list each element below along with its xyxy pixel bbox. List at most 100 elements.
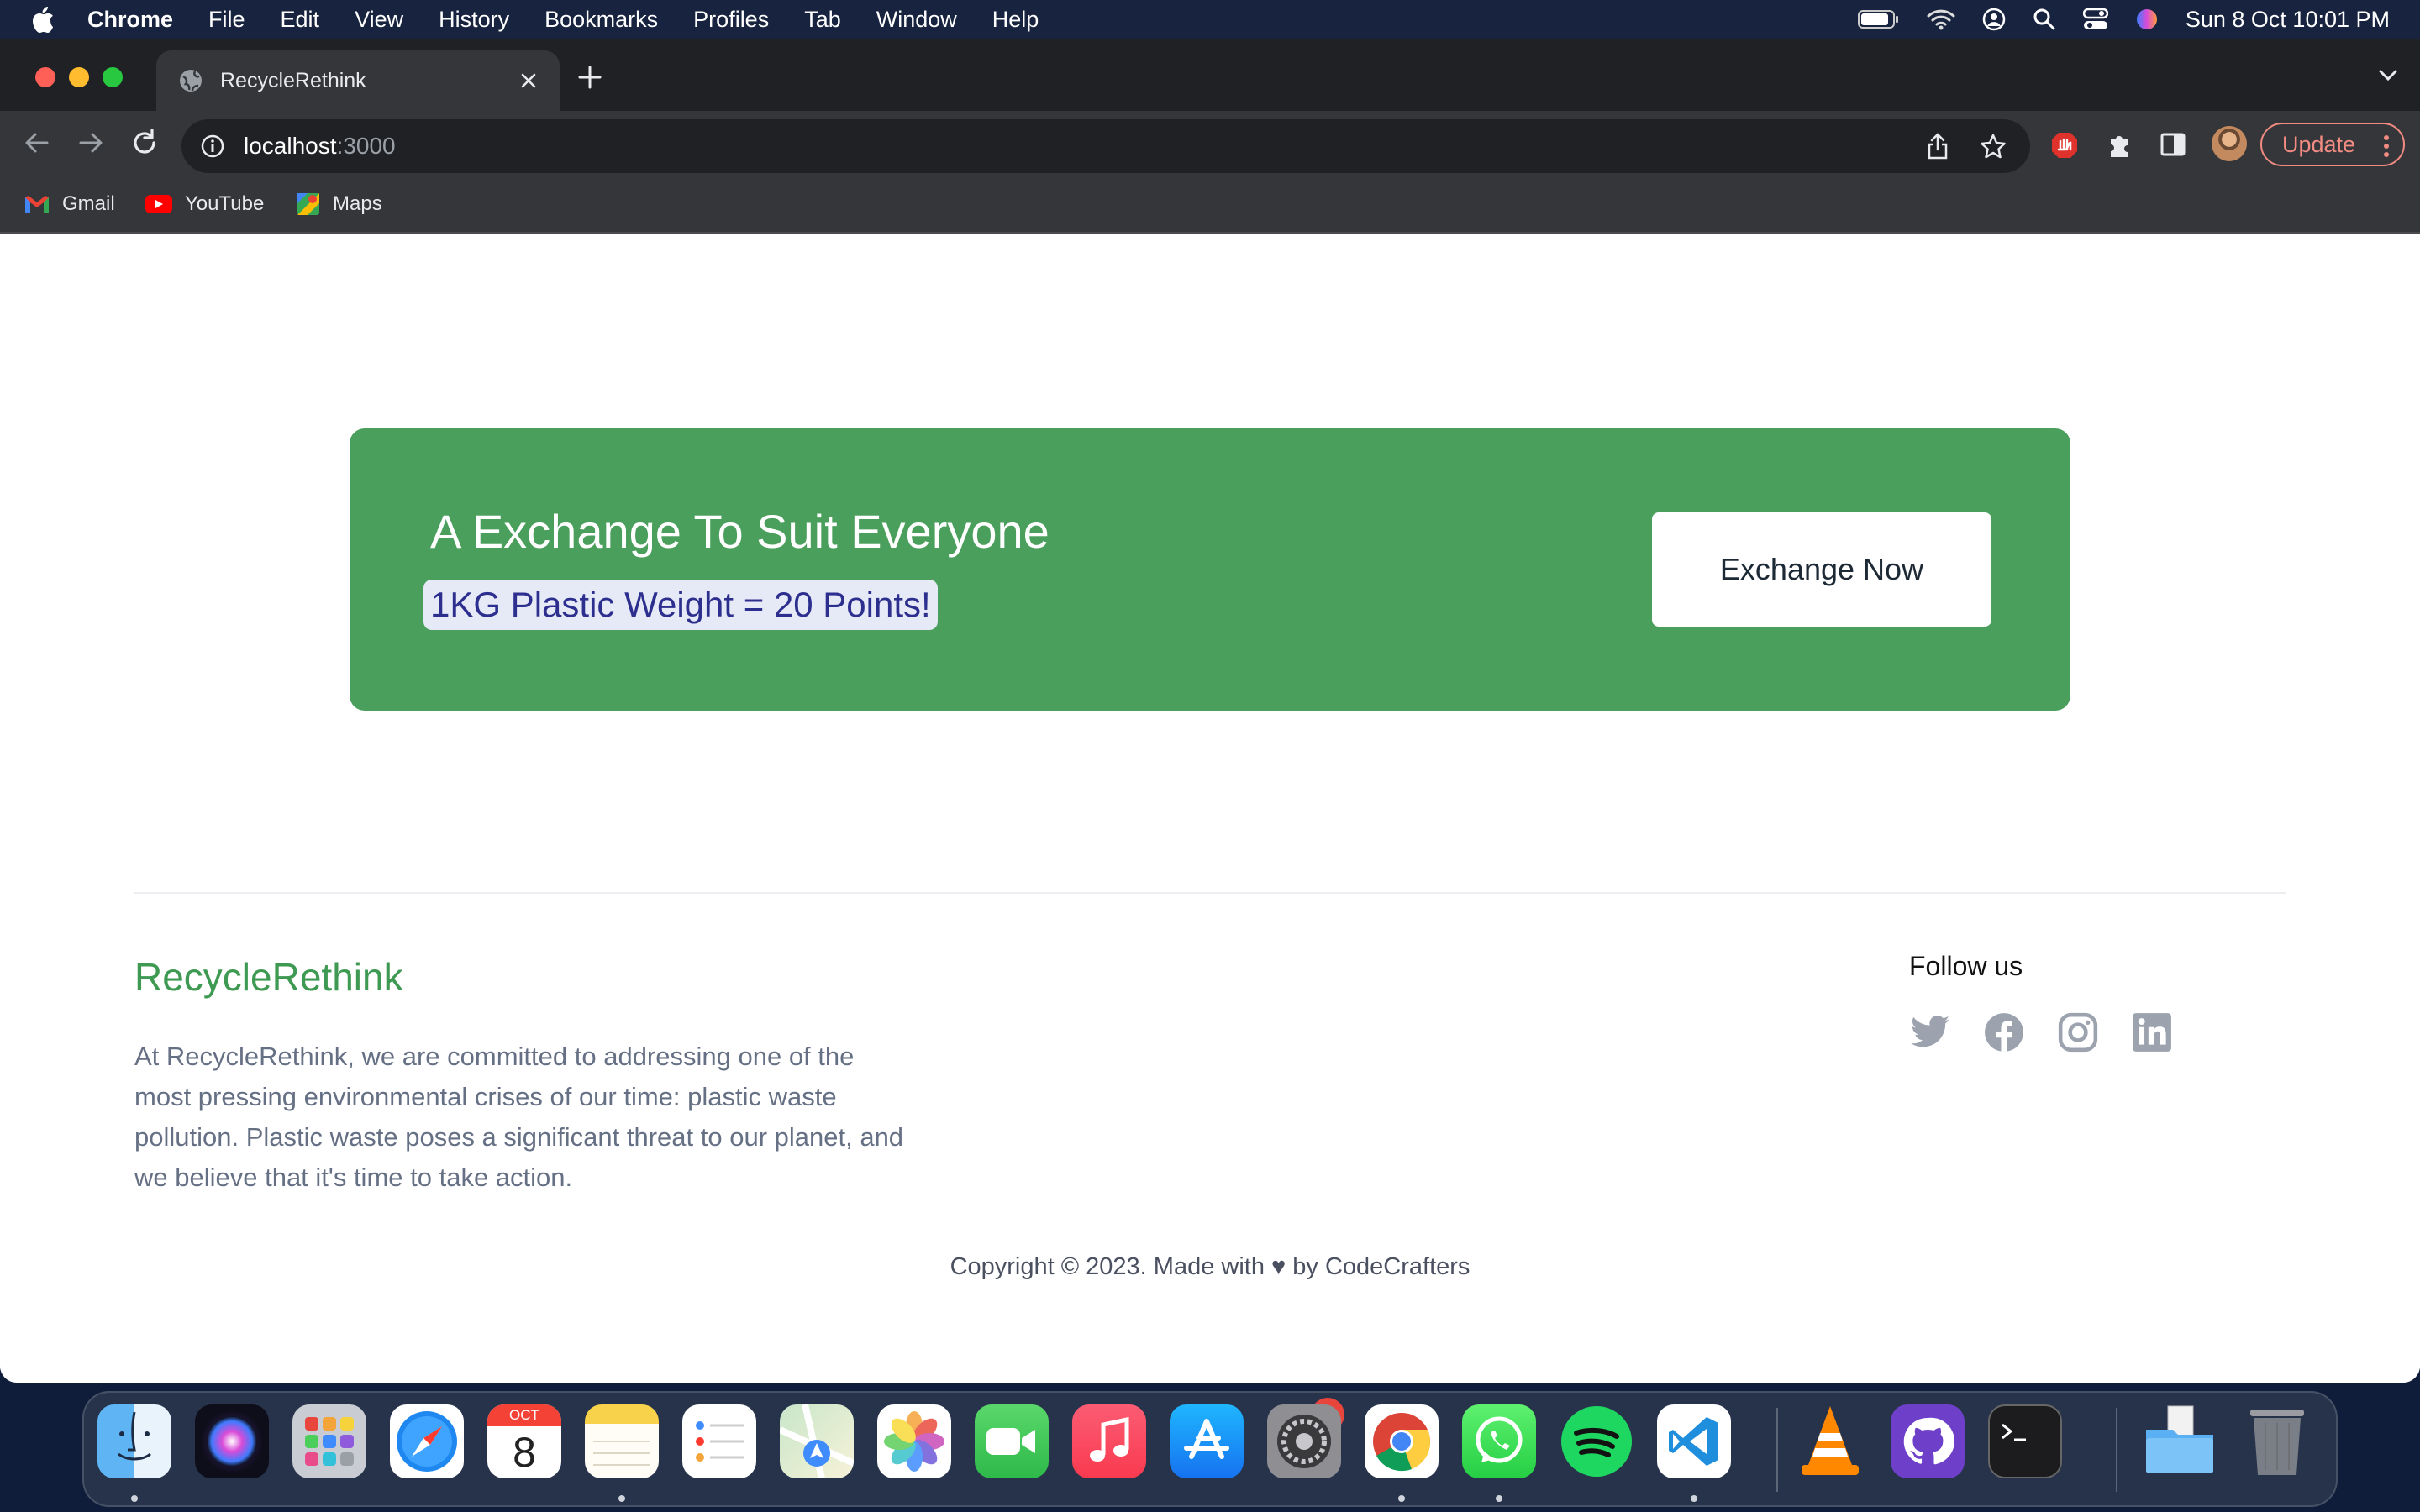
address-bar[interactable]: localhost:3000 bbox=[182, 119, 2030, 173]
facetime-dock-icon[interactable] bbox=[975, 1404, 1049, 1478]
menu-profiles[interactable]: Profiles bbox=[693, 7, 769, 33]
vlc-dock-icon[interactable] bbox=[1793, 1404, 1867, 1478]
reload-icon[interactable] bbox=[129, 128, 160, 158]
calendar-dock-icon[interactable]: OCT 8 bbox=[487, 1404, 561, 1478]
music-dock-icon[interactable] bbox=[1072, 1404, 1146, 1478]
maps-dock-icon[interactable] bbox=[780, 1404, 854, 1478]
browser-tab[interactable]: RecycleRethink bbox=[156, 50, 560, 111]
menu-window[interactable]: Window bbox=[876, 7, 957, 33]
minimize-window-button[interactable] bbox=[69, 67, 89, 87]
whatsapp-dock-icon[interactable] bbox=[1462, 1404, 1536, 1478]
share-icon[interactable] bbox=[1926, 133, 1949, 160]
maps-icon bbox=[296, 192, 321, 217]
browser-toolbar: localhost:3000 Update bbox=[0, 111, 2420, 178]
forward-arrow-icon[interactable] bbox=[76, 128, 106, 158]
new-tab-icon[interactable] bbox=[578, 66, 602, 89]
footer-divider bbox=[134, 892, 2286, 894]
system-settings-dock-icon[interactable] bbox=[1267, 1404, 1341, 1478]
menu-app-name[interactable]: Chrome bbox=[87, 7, 173, 33]
linkedin-icon[interactable] bbox=[2131, 1011, 2173, 1053]
close-icon[interactable] bbox=[519, 71, 538, 90]
menu-history[interactable]: History bbox=[439, 7, 509, 33]
menu-help[interactable]: Help bbox=[992, 7, 1039, 33]
bookmark-gmail[interactable]: Gmail bbox=[24, 190, 115, 218]
bookmark-youtube[interactable]: YouTube bbox=[145, 190, 264, 218]
reminders-dock-icon[interactable] bbox=[682, 1404, 756, 1478]
bookmarks-bar: Gmail YouTube Maps bbox=[0, 178, 2420, 234]
running-indicator bbox=[1398, 1495, 1405, 1502]
adblock-extension-icon[interactable] bbox=[2050, 131, 2079, 160]
menu-view[interactable]: View bbox=[355, 7, 403, 33]
running-indicator bbox=[1496, 1495, 1502, 1502]
menu-bar: Chrome File Edit View History Bookmarks … bbox=[0, 0, 2420, 39]
kebab-menu-icon[interactable] bbox=[2383, 134, 2390, 158]
menu-bookmarks[interactable]: Bookmarks bbox=[544, 7, 658, 33]
footer-brand[interactable]: RecycleRethink bbox=[134, 954, 403, 1000]
back-arrow-icon[interactable] bbox=[22, 128, 52, 158]
spotlight-icon[interactable] bbox=[2033, 8, 2056, 31]
launchpad-dock-icon[interactable] bbox=[292, 1404, 366, 1478]
dock-separator bbox=[1776, 1408, 1778, 1492]
control-center-icon[interactable] bbox=[2082, 8, 2108, 31]
siri-icon[interactable] bbox=[2135, 8, 2159, 31]
web-page: A Exchange To Suit Everyone 1KG Plastic … bbox=[0, 234, 2420, 1383]
url-text[interactable]: localhost:3000 bbox=[244, 133, 396, 160]
banner-heading: A Exchange To Suit Everyone bbox=[430, 505, 1050, 558]
safari-dock-icon[interactable] bbox=[390, 1404, 464, 1478]
app-store-dock-icon[interactable] bbox=[1170, 1404, 1244, 1478]
tab-strip: RecycleRethink bbox=[0, 39, 2420, 111]
close-window-button[interactable] bbox=[35, 67, 55, 87]
points-highlight: 1KG Plastic Weight = 20 Points! bbox=[424, 580, 938, 630]
site-info-icon[interactable] bbox=[200, 134, 225, 159]
url-port: :3000 bbox=[336, 133, 396, 159]
notes-dock-icon[interactable] bbox=[585, 1404, 659, 1478]
browser-window: RecycleRethink localhost:3000 Update Gma… bbox=[0, 39, 2420, 1383]
globe-icon bbox=[178, 68, 203, 93]
instagram-icon[interactable] bbox=[2057, 1011, 2099, 1053]
trash-dock-icon[interactable] bbox=[2240, 1404, 2314, 1478]
spotify-dock-icon[interactable] bbox=[1560, 1404, 1634, 1478]
facebook-icon[interactable] bbox=[1983, 1011, 2025, 1053]
url-host: localhost bbox=[244, 133, 337, 159]
exchange-now-button[interactable]: Exchange Now bbox=[1652, 512, 1991, 627]
menu-tab[interactable]: Tab bbox=[804, 7, 841, 33]
finder-dock-icon[interactable] bbox=[97, 1404, 171, 1478]
running-indicator bbox=[1691, 1495, 1697, 1502]
menu-clock[interactable]: Sun 8 Oct 10:01 PM bbox=[2186, 7, 2390, 33]
chrome-dock-icon[interactable] bbox=[1365, 1404, 1439, 1478]
bookmark-label: YouTube bbox=[185, 192, 265, 215]
star-icon[interactable] bbox=[1980, 133, 2007, 160]
apple-icon[interactable] bbox=[30, 5, 59, 34]
vscode-dock-icon[interactable] bbox=[1657, 1404, 1731, 1478]
profile-avatar[interactable] bbox=[2212, 126, 2247, 161]
bookmark-maps[interactable]: Maps bbox=[296, 190, 382, 218]
update-label: Update bbox=[2282, 131, 2356, 157]
side-panel-icon[interactable] bbox=[2160, 131, 2186, 158]
update-button[interactable]: Update bbox=[2260, 123, 2405, 166]
dock-separator bbox=[2116, 1408, 2118, 1492]
photos-dock-icon[interactable] bbox=[877, 1404, 951, 1478]
zoom-window-button[interactable] bbox=[103, 67, 123, 87]
footer-about-text: At RecycleRethink, we are committed to a… bbox=[134, 1042, 904, 1192]
bookmark-label: Gmail bbox=[62, 192, 115, 215]
twitter-icon[interactable] bbox=[1909, 1011, 1951, 1053]
youtube-icon bbox=[145, 194, 173, 214]
wifi-icon[interactable] bbox=[1927, 8, 1955, 30]
battery-icon[interactable] bbox=[1857, 9, 1900, 29]
menu-file[interactable]: File bbox=[208, 7, 245, 33]
gmail-icon bbox=[24, 194, 50, 214]
extensions-puzzle-icon[interactable] bbox=[2106, 131, 2134, 160]
calendar-month: OCT bbox=[487, 1404, 561, 1426]
user-icon[interactable] bbox=[1982, 8, 2006, 31]
bookmark-label: Maps bbox=[333, 192, 382, 215]
downloads-folder-dock-icon[interactable] bbox=[2143, 1404, 2217, 1478]
chevron-down-icon[interactable] bbox=[2378, 69, 2398, 82]
terminal-dock-icon[interactable] bbox=[1988, 1404, 2062, 1478]
tab-title: RecycleRethink bbox=[220, 68, 366, 92]
siri-dock-icon[interactable] bbox=[195, 1404, 269, 1478]
github-desktop-dock-icon[interactable] bbox=[1891, 1404, 1965, 1478]
dock: OCT 8 1 bbox=[82, 1391, 2338, 1507]
copyright-text: Copyright © 2023. Made with ♥ by CodeCra… bbox=[950, 1253, 1470, 1280]
menu-edit[interactable]: Edit bbox=[281, 7, 320, 33]
exchange-banner: A Exchange To Suit Everyone 1KG Plastic … bbox=[350, 428, 2070, 711]
